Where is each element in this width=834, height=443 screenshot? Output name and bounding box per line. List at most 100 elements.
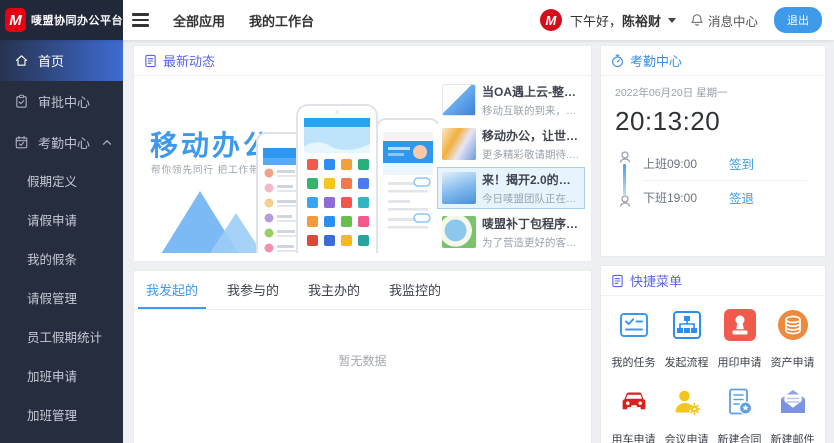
row-divider — [643, 180, 807, 181]
quick-item-label: 新建合同 — [713, 431, 766, 443]
latest-news-card: 最新动态 移动办公 帮你领先同行 把工作带出办公室 — [133, 45, 592, 262]
nav-all-apps[interactable]: 全部应用 — [173, 11, 225, 30]
tab-hosted-by-me[interactable]: 我主办的 — [300, 271, 368, 309]
phone-mockup-apps — [296, 104, 378, 253]
tab-participated-by-me[interactable]: 我参与的 — [219, 271, 287, 309]
quick-item-asset-request[interactable]: 资产申请 — [766, 309, 819, 370]
sidebar-subitem-employee-holiday-stats[interactable]: 员工假期统计 — [0, 319, 123, 358]
latest-news-title: 最新动态 — [163, 51, 215, 70]
quick-item-new-mail[interactable]: 新建邮件 — [766, 386, 819, 443]
news-item-title: 唛盟补丁包程序更新 — [482, 215, 580, 232]
news-item-title: 移动办公，让世界触手可 — [482, 127, 580, 144]
logout-button[interactable]: 退出 — [774, 7, 822, 33]
message-center[interactable]: 消息中心 — [690, 11, 758, 30]
sidebar-subitem-leave-management[interactable]: 请假管理 — [0, 280, 123, 319]
sidebar-item-attendance-center[interactable]: 考勤中心 — [0, 122, 123, 163]
quick-menu-title: 快捷菜单 — [630, 271, 682, 290]
header-right: M 下午好，陈裕财 消息中心 退出 — [540, 7, 834, 33]
sidebar-subitem-holiday-definition[interactable]: 假期定义 — [0, 163, 123, 202]
sign-out-link[interactable]: 签退 — [729, 188, 754, 207]
app-window: M 唛盟协同办公平台 全部应用 我的工作台 M 下午好，陈裕财 消息中心 退出 — [0, 0, 834, 443]
task-lists-card: 我发起的 我参与的 我主办的 我监控的 暂无数据 — [133, 270, 592, 443]
sidebar-subitem-my-leave-slips[interactable]: 我的假条 — [0, 241, 123, 280]
quick-item-start-process[interactable]: 发起流程 — [660, 309, 713, 370]
username: 陈裕财 — [622, 14, 661, 29]
news-item-desc: 今日唛盟团队正在加班加点, — [482, 191, 580, 206]
attendance-icon — [14, 135, 29, 150]
sidebar: 首页 审批中心 考勤中心 假期定义 请假申请 我的假条 请 — [0, 40, 123, 443]
attendance-body: 2022年06月20日 星期一 20:13:20 上班09:00 — [601, 76, 825, 212]
quick-item-label: 发起流程 — [660, 354, 713, 370]
sidebar-item-label: 审批中心 — [38, 92, 90, 111]
quick-item-my-tasks[interactable]: 我的任务 — [607, 309, 660, 370]
car-icon — [618, 386, 650, 418]
quick-item-label: 会议申请 — [660, 431, 713, 443]
brand-block: M 唛盟协同办公平台 — [0, 0, 123, 40]
stamp-icon — [724, 309, 756, 341]
quick-item-seal-request[interactable]: 用印申请 — [713, 309, 766, 370]
sidebar-subitem-overtime-request[interactable]: 加班申请 — [0, 358, 123, 397]
quick-menu-header: 快捷菜单 — [601, 266, 825, 296]
quick-item-label: 用印申请 — [713, 354, 766, 370]
task-icon — [618, 309, 650, 341]
sign-in-link[interactable]: 签到 — [729, 154, 754, 173]
flow-icon — [671, 309, 703, 341]
document-icon — [144, 54, 157, 68]
sidebar-item-label: 考勤中心 — [38, 133, 90, 152]
asset-icon — [777, 309, 809, 341]
news-item[interactable]: 唛盟补丁包程序更新 为了营造更好的客户体验，唛 — [437, 211, 585, 253]
attendance-timeline: 上班09:00 签到 下班19:00 签退 — [615, 149, 811, 212]
news-banner[interactable]: 移动办公 帮你领先同行 把工作带出办公室 — [144, 80, 438, 253]
user-avatar[interactable]: M — [540, 9, 562, 31]
news-item-title: 当OA遇上云-整个协同OA — [482, 83, 580, 100]
user-greeting[interactable]: 下午好，陈裕财 — [570, 11, 661, 30]
clock-out-row: 下班19:00 签退 — [615, 183, 811, 212]
news-item-desc: 更多精彩敬请期待...... — [482, 147, 580, 162]
news-item-selected[interactable]: 来！揭开2.0的神秘面纱- 今日唛盟团队正在加班加点, — [437, 167, 585, 209]
attendance-clock: 20:13:20 — [615, 106, 811, 137]
app-title: 唛盟协同办公平台 — [31, 12, 123, 28]
attendance-card: 考勤中心 2022年06月20日 星期一 20:13:20 — [600, 45, 826, 257]
timeline-rail — [617, 151, 631, 209]
menu-toggle-icon[interactable] — [132, 10, 149, 30]
attendance-title: 考勤中心 — [630, 51, 682, 70]
news-item[interactable]: 当OA遇上云-整个协同OA 移动互联的到来，让OA与云 — [437, 79, 585, 121]
news-thumbnail — [442, 216, 476, 248]
quick-item-meeting-request[interactable]: 会议申请 — [660, 386, 713, 443]
attendance-header: 考勤中心 — [601, 46, 825, 76]
phone-mockup-profile — [376, 118, 438, 253]
news-item-title: 来！揭开2.0的神秘面纱- — [482, 171, 580, 188]
tab-initiated-by-me[interactable]: 我发起的 — [138, 271, 206, 309]
sidebar-subitem-leave-request[interactable]: 请假申请 — [0, 202, 123, 241]
task-tabs: 我发起的 我参与的 我主办的 我监控的 — [134, 271, 591, 310]
sidebar-subitem-overtime-management[interactable]: 加班管理 — [0, 397, 123, 436]
quick-item-label: 我的任务 — [607, 354, 660, 370]
latest-news-header: 最新动态 — [134, 46, 591, 76]
sidebar-item-home[interactable]: 首页 — [0, 40, 123, 81]
attendance-date: 2022年06月20日 星期一 — [615, 85, 811, 100]
quick-item-vehicle-request[interactable]: 用车申请 — [607, 386, 660, 443]
quick-item-new-contract[interactable]: 新建合同 — [713, 386, 766, 443]
news-thumbnail — [442, 172, 476, 204]
news-list: 当OA遇上云-整个协同OA 移动互联的到来，让OA与云 移动办公，让世界触手可 … — [437, 79, 585, 255]
top-header: M 唛盟协同办公平台 全部应用 我的工作台 M 下午好，陈裕财 消息中心 退出 — [0, 0, 834, 40]
quick-menu-grid: 我的任务 发起流程 — [601, 296, 825, 443]
news-item-desc: 移动互联的到来，让OA与云 — [482, 103, 580, 118]
home-icon — [14, 53, 29, 68]
sidebar-submenu: 假期定义 请假申请 我的假条 请假管理 员工假期统计 加班申请 加班管理 — [0, 163, 123, 436]
news-item[interactable]: 移动办公，让世界触手可 更多精彩敬请期待...... — [437, 123, 585, 165]
nav-my-workbench[interactable]: 我的工作台 — [249, 11, 314, 30]
clock-in-row: 上班09:00 签到 — [615, 149, 811, 178]
message-center-label: 消息中心 — [708, 11, 758, 30]
chevron-down-icon[interactable] — [668, 18, 676, 23]
stopwatch-icon — [611, 54, 624, 68]
timeline-line — [623, 164, 626, 196]
quick-menu-card: 快捷菜单 我的任务 — [600, 265, 826, 443]
news-thumbnail — [442, 128, 476, 160]
quick-item-label: 用车申请 — [607, 431, 660, 443]
clock-out-label: 下班19:00 — [643, 189, 707, 206]
news-thumbnail — [442, 84, 476, 116]
tab-monitored-by-me[interactable]: 我监控的 — [381, 271, 449, 309]
contract-icon — [724, 386, 756, 418]
sidebar-item-approval-center[interactable]: 审批中心 — [0, 81, 123, 122]
